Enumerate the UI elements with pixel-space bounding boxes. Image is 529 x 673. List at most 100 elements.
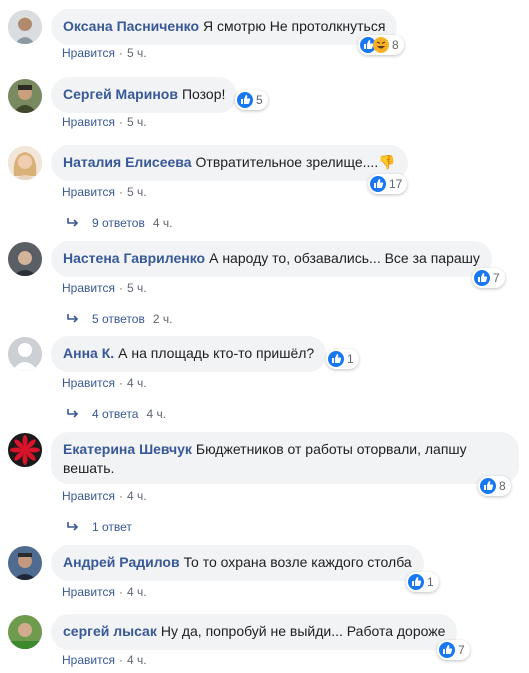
- reaction-count[interactable]: 17: [368, 174, 408, 194]
- like-reaction-icon: [370, 176, 386, 192]
- comment-meta: Нравится · 5 ч.: [62, 115, 147, 129]
- reaction-count-label: 1: [427, 575, 434, 589]
- reaction-count[interactable]: 7: [437, 640, 470, 660]
- replies-time: 4 ч.: [152, 216, 173, 230]
- avatar-image: [8, 242, 42, 276]
- comment-author[interactable]: Наталия Елисеева: [63, 154, 192, 170]
- comment-bubble: Екатерина Шевчук Бюджетников от работы от…: [51, 432, 519, 484]
- comment-text: Ну да, попробуй не выйди... Работа дорож…: [160, 623, 446, 639]
- comment-time[interactable]: 4 ч.: [127, 585, 147, 599]
- avatar[interactable]: [8, 146, 42, 180]
- like-reaction-icon: [328, 351, 344, 367]
- reaction-count-label: 5: [256, 93, 263, 107]
- like-link[interactable]: Нравится: [62, 489, 115, 503]
- like-reaction-icon: [480, 478, 496, 494]
- replies-count[interactable]: 1 ответ: [92, 519, 132, 535]
- comment-author[interactable]: Анна К.: [63, 345, 114, 361]
- comment-author[interactable]: сергей лысак: [63, 623, 157, 639]
- comment-author[interactable]: Настена Гавриленко: [63, 250, 205, 266]
- avatar-image: [8, 615, 42, 649]
- comment-text: То то охрана возле каждого столба: [183, 554, 412, 570]
- reaction-count[interactable]: 1: [326, 349, 359, 369]
- comment-time[interactable]: 5 ч.: [127, 185, 147, 199]
- avatar[interactable]: [8, 433, 42, 467]
- comment-bubble: Сергей Маринов Позор!: [51, 77, 238, 113]
- like-reaction-icon: [474, 270, 490, 286]
- reply-arrow-icon: [67, 314, 79, 323]
- avatar[interactable]: [8, 546, 42, 580]
- comment-meta: Нравится · 5 ч.: [62, 281, 147, 295]
- comment-text: А на площадь кто-то пришёл?: [118, 345, 315, 361]
- comment-meta: Нравится · 4 ч.: [62, 653, 147, 667]
- reaction-count-label: 7: [493, 271, 500, 285]
- comment-time[interactable]: 4 ч.: [127, 653, 147, 667]
- avatar[interactable]: [8, 10, 42, 44]
- comment-bubble: Оксана Пасниченко Я смотрю Не протолкнуть…: [51, 9, 398, 45]
- avatar[interactable]: [8, 242, 42, 276]
- avatar[interactable]: [8, 615, 42, 649]
- view-replies-link[interactable]: 1 ответ: [66, 519, 140, 535]
- reaction-count-label: 7: [458, 643, 465, 657]
- comment-text: А народу то, обзавались... Все за парашу: [209, 250, 480, 266]
- comment-text: Я смотрю Не протолкнуться: [203, 18, 386, 34]
- comment-meta: Нравится · 5 ч.: [62, 185, 147, 199]
- like-reaction-icon: [237, 92, 253, 108]
- like-link[interactable]: Нравится: [62, 46, 115, 60]
- comment-meta: Нравится · 4 ч.: [62, 489, 147, 503]
- comment-time[interactable]: 4 ч.: [127, 489, 147, 503]
- like-reaction-icon: [408, 574, 424, 590]
- comment-bubble: Андрей Радилов То то охрана возле каждого…: [51, 545, 424, 581]
- avatar-image: [8, 546, 42, 580]
- view-replies-link[interactable]: 9 ответов 4 ч.: [66, 215, 172, 231]
- reaction-count[interactable]: 7: [472, 268, 505, 288]
- avatar[interactable]: [8, 337, 42, 371]
- avatar-image: [8, 433, 42, 467]
- reaction-count-label: 17: [389, 177, 403, 191]
- replies-count[interactable]: 4 ответа: [92, 406, 138, 422]
- replies-time: 4 ч.: [146, 407, 167, 421]
- avatar-image: [8, 79, 42, 113]
- comment-meta: Нравится · 4 ч.: [62, 376, 147, 390]
- like-link[interactable]: Нравится: [62, 281, 115, 295]
- default-avatar-icon: [8, 337, 42, 371]
- comment-time[interactable]: 5 ч.: [127, 115, 147, 129]
- reaction-count[interactable]: 1: [406, 572, 439, 592]
- replies-count[interactable]: 5 ответов: [92, 311, 145, 327]
- reaction-count[interactable]: 5: [235, 90, 268, 110]
- comment-bubble: Настена Гавриленко А народу то, обзавалис…: [51, 241, 492, 277]
- comment-meta: Нравится · 5 ч.: [62, 46, 147, 60]
- view-replies-link[interactable]: 5 ответов 2 ч.: [66, 311, 172, 327]
- comment-meta: Нравится · 4 ч.: [62, 585, 147, 599]
- reaction-count[interactable]: 8: [358, 35, 404, 55]
- like-link[interactable]: Нравится: [62, 185, 115, 199]
- like-reaction-icon: [439, 642, 455, 658]
- reply-arrow-icon: [67, 409, 79, 418]
- avatar-image: [8, 146, 42, 180]
- like-link[interactable]: Нравится: [62, 653, 115, 667]
- like-link[interactable]: Нравится: [62, 115, 115, 129]
- reply-arrow-icon: [67, 218, 79, 227]
- avatar-image: [8, 10, 42, 44]
- reply-arrow-icon: [67, 522, 79, 531]
- reaction-count[interactable]: 8: [478, 476, 511, 496]
- comment-text: Позор!: [181, 86, 226, 102]
- reaction-count-label: 1: [347, 352, 354, 366]
- replies-count[interactable]: 9 ответов: [92, 215, 145, 231]
- comment-time[interactable]: 4 ч.: [127, 376, 147, 390]
- comment-author[interactable]: Андрей Радилов: [63, 554, 180, 570]
- replies-time: 2 ч.: [152, 312, 173, 326]
- reaction-count-label: 8: [499, 479, 506, 493]
- comment-time[interactable]: 5 ч.: [127, 46, 147, 60]
- avatar[interactable]: [8, 79, 42, 113]
- comment-text: Отвратительное зрелище....👎: [195, 154, 396, 170]
- comment-bubble: Наталия Елисеева Отвратительное зрелище..…: [51, 145, 408, 181]
- comment-author[interactable]: Екатерина Шевчук: [63, 441, 192, 457]
- like-link[interactable]: Нравится: [62, 585, 115, 599]
- comment-time[interactable]: 5 ч.: [127, 281, 147, 295]
- view-replies-link[interactable]: 4 ответа 4 ч.: [66, 406, 166, 422]
- comment-author[interactable]: Оксана Пасниченко: [63, 18, 199, 34]
- like-link[interactable]: Нравится: [62, 376, 115, 390]
- comment-author[interactable]: Сергей Маринов: [63, 86, 178, 102]
- comment-bubble: Анна К. А на площадь кто-то пришёл?: [51, 336, 327, 372]
- reaction-count-label: 8: [392, 38, 399, 52]
